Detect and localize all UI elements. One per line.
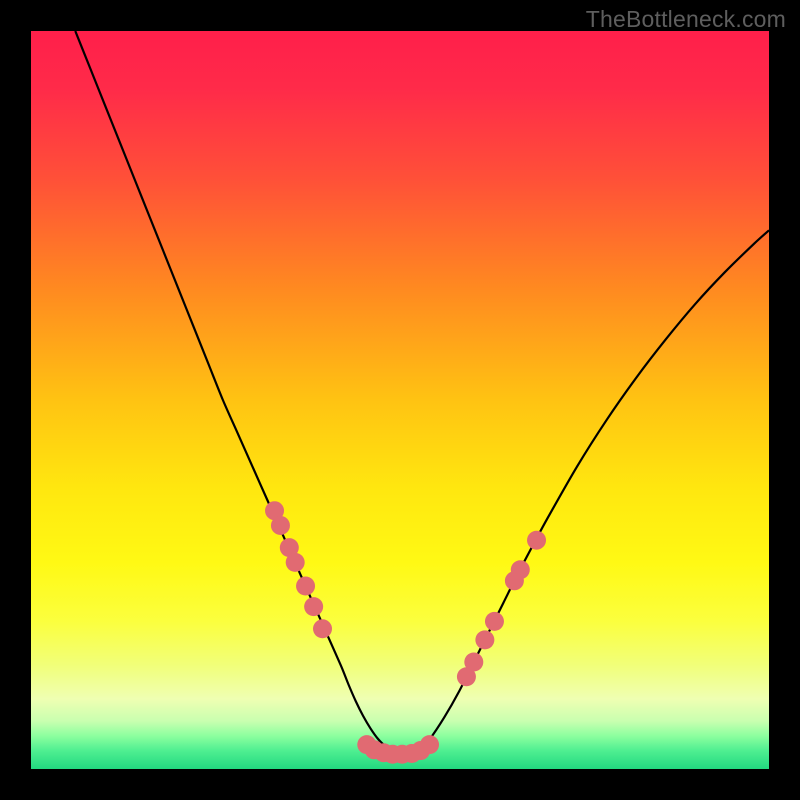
watermark-text: TheBottleneck.com (586, 6, 786, 33)
plot-area (31, 31, 769, 769)
chart-root: TheBottleneck.com (0, 0, 800, 800)
background-gradient (31, 31, 769, 769)
